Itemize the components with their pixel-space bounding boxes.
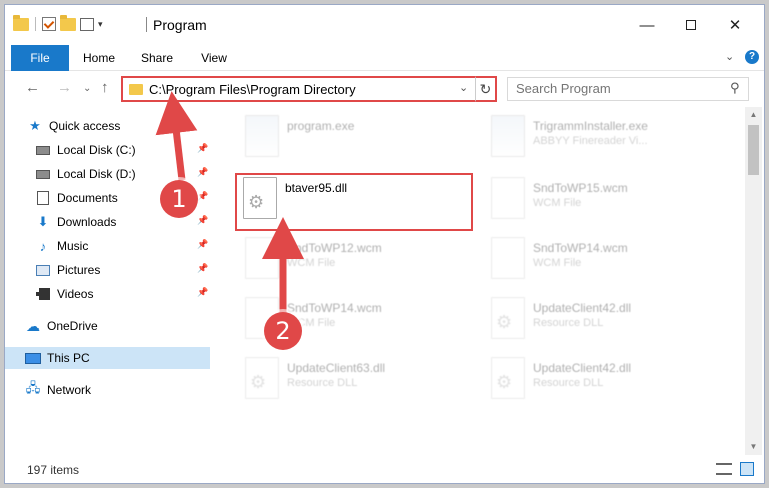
annotation-arrows bbox=[155, 91, 304, 316]
arrow-to-address-bar bbox=[155, 91, 198, 181]
step-two-badge: 2 bbox=[264, 312, 302, 350]
step-one-badge: 1 bbox=[160, 180, 198, 218]
